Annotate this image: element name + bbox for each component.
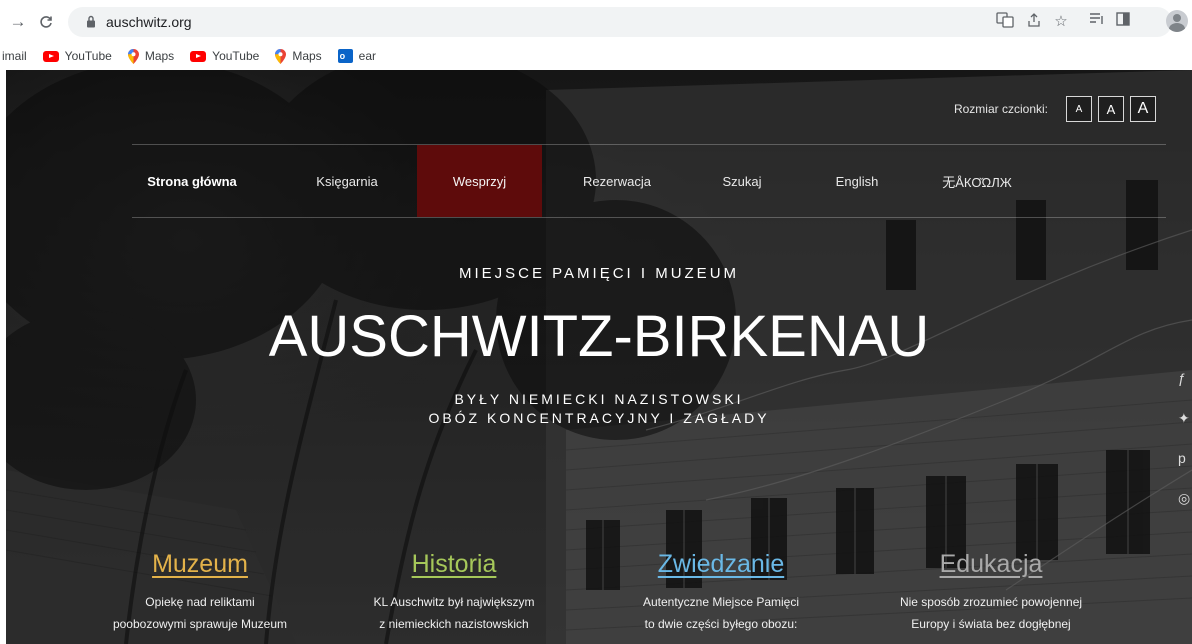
hero-kicker: MIEJSCE PAMIĘCI I MUZEUM <box>458 265 740 282</box>
hero-title: AUSCHWITZ-BIRKENAU <box>268 304 930 369</box>
star-icon[interactable]: ☆ <box>1050 12 1072 32</box>
bookmark-maps[interactable]: Maps <box>275 48 322 64</box>
nav-support[interactable]: Wesprzyj <box>417 145 542 217</box>
bookmarks-bar: imail YouTube Maps YouTube Maps o ear <box>0 44 1192 68</box>
nav-language-other[interactable]: 无ÅКО̆ΩЛЖ <box>917 145 1037 217</box>
font-size-small-button[interactable]: A <box>1066 96 1092 122</box>
feature-text-line: Europy i świata bez dogłębnej <box>911 617 1071 631</box>
maps-icon <box>275 48 287 64</box>
lock-icon[interactable] <box>86 15 96 33</box>
feature-text-line: to dwie części byłego obozu: <box>644 617 798 631</box>
nav-reservation[interactable]: Rezerwacja <box>552 145 682 217</box>
feature-visiting-link[interactable]: Zwiedzanie <box>658 550 784 579</box>
feature-education: Edukacja Nie sposób zrozumieć powojennej… <box>861 550 1121 635</box>
bookmark-label: Maps <box>292 49 322 63</box>
outlook-icon: o <box>337 49 353 63</box>
feature-museum-text: Opiekę nad reliktami poobozowymi sprawuje… <box>70 591 330 635</box>
feature-visiting-text: Autentyczne Miejsce Pamięci to dwie częśc… <box>591 591 851 635</box>
twitter-icon[interactable]: ✦ <box>1178 410 1192 450</box>
font-size-label: Rozmiar czcionki: <box>953 102 1048 116</box>
font-size-medium-button[interactable]: A <box>1098 96 1124 122</box>
feature-history-link[interactable]: Historia <box>412 550 497 579</box>
feature-history: Historia KL Auschwitz był największym z n… <box>324 550 584 635</box>
sidepanel-icon[interactable] <box>1112 12 1134 32</box>
feature-text-line: Nie sposób zrozumieć powojennej <box>899 595 1083 609</box>
feature-history-text: KL Auschwitz był największym z niemieckic… <box>324 591 584 635</box>
feature-text-line: KL Auschwitz był największym <box>373 595 535 609</box>
feature-education-link[interactable]: Edukacja <box>940 550 1043 579</box>
nav-english[interactable]: English <box>802 145 912 217</box>
feature-education-text: Nie sposób zrozumieć powojennej Europy i … <box>861 591 1121 635</box>
nav-bookstore[interactable]: Księgarnia <box>282 145 412 217</box>
bookmark-label: YouTube <box>64 49 112 63</box>
pinterest-icon[interactable]: p <box>1178 450 1192 490</box>
bookmark-youtube[interactable]: YouTube <box>42 49 112 63</box>
facebook-icon[interactable]: ƒ <box>1178 370 1192 410</box>
translate-icon[interactable] <box>994 12 1016 32</box>
feature-text-line: poobozowymi sprawuje Muzeum <box>112 617 288 631</box>
feature-visiting: Zwiedzanie Autentyczne Miejsce Pamięci to… <box>591 550 851 635</box>
hero-subtitle-line2: OBÓZ KONCENTRACYJNY I ZAGŁADY <box>428 410 770 426</box>
feature-text-line: Autentyczne Miejsce Pamięci <box>642 595 800 609</box>
social-links: ƒ ✦ p ◎ <box>1178 370 1192 530</box>
forward-icon[interactable]: → <box>8 10 28 34</box>
bookmark-outlook[interactable]: o ear <box>337 49 377 63</box>
font-size-controls: Rozmiar czcionki: A A A <box>954 96 1156 122</box>
maps-icon <box>127 48 139 64</box>
bookmark-label: ear <box>358 49 377 63</box>
bookmark-label: Maps <box>144 49 175 63</box>
feature-museum: Muzeum Opiekę nad reliktami poobozowymi s… <box>70 550 330 635</box>
main-navigation: Strona główna Księgarnia Wesprzyj Rezerw… <box>132 144 1166 218</box>
nav-home[interactable]: Strona główna <box>132 145 252 217</box>
feature-text-line: z niemieckich nazistowskich <box>379 617 529 631</box>
feature-museum-link[interactable]: Muzeum <box>152 550 248 579</box>
reload-icon[interactable] <box>36 10 56 34</box>
youtube-icon <box>42 50 59 62</box>
feature-text-line: Opiekę nad reliktami <box>145 595 255 609</box>
bookmark-label: imail <box>2 49 27 63</box>
bookmark-maps[interactable]: Maps <box>127 48 175 64</box>
bookmark-youtube[interactable]: YouTube <box>190 49 259 63</box>
url-text: auschwitz.org <box>106 14 192 30</box>
share-icon[interactable] <box>1023 12 1045 32</box>
hero-section: Rozmiar czcionki: A A A Strona główna Ks… <box>6 70 1192 644</box>
bookmark-gmail[interactable]: imail <box>2 49 27 63</box>
profile-icon[interactable] <box>1166 10 1188 32</box>
bookmark-label: YouTube <box>212 49 260 63</box>
nav-search[interactable]: Szukaj <box>687 145 797 217</box>
reading-list-icon[interactable] <box>1086 12 1108 32</box>
browser-chrome: → auschwitz.org ☆ imail YouTube Maps You… <box>0 0 1192 70</box>
instagram-icon[interactable]: ◎ <box>1178 490 1192 530</box>
youtube-icon <box>190 50 207 62</box>
hero-subtitle-line1: BYŁY NIEMIECKI NAZISTOWSKI <box>454 391 744 407</box>
font-size-large-button[interactable]: A <box>1130 96 1156 122</box>
